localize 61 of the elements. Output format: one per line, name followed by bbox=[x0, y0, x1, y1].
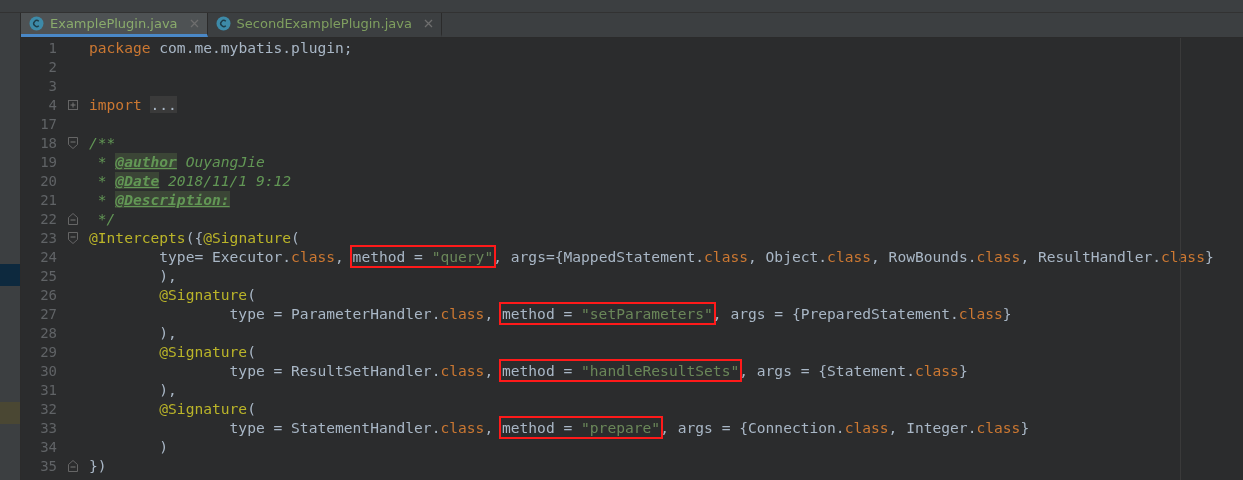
line-number: 27 bbox=[39, 305, 57, 322]
code-text: * @Date 2018/11/1 9:12 bbox=[96, 172, 292, 189]
line-number: 24 bbox=[39, 248, 57, 265]
line-number: 17 bbox=[39, 115, 57, 132]
code-text: /** bbox=[89, 134, 116, 151]
code-text: type= Executor.class, bbox=[158, 248, 345, 265]
fold-expand-icon[interactable] bbox=[68, 98, 78, 111]
line-number: 26 bbox=[39, 286, 57, 303]
line-number: 34 bbox=[39, 438, 57, 455]
code-text: , args = {Statement.class} bbox=[739, 362, 968, 379]
line-number: 2 bbox=[47, 58, 57, 75]
fold-collapse-icon[interactable] bbox=[68, 136, 78, 149]
code-text: import ... bbox=[89, 96, 177, 113]
code-text: @Signature( bbox=[158, 343, 256, 360]
highlight-box: method = "handleResultSets" bbox=[501, 362, 740, 379]
code-text: ), bbox=[158, 324, 177, 341]
line-number: 30 bbox=[39, 362, 57, 379]
line-number: 21 bbox=[39, 191, 57, 208]
close-icon[interactable] bbox=[423, 19, 433, 28]
line-number: 22 bbox=[39, 210, 57, 227]
code-text: ), bbox=[158, 267, 177, 284]
line-number: 33 bbox=[39, 419, 57, 436]
code-text: * @Description: bbox=[96, 191, 230, 208]
class-icon bbox=[215, 16, 231, 31]
highlight-box: method = "query" bbox=[352, 248, 494, 265]
code-text: ), bbox=[158, 381, 177, 398]
line-number: 1 bbox=[47, 39, 57, 56]
highlight-box: method = "prepare" bbox=[501, 419, 661, 436]
code-text: * @author OuyangJie bbox=[96, 153, 265, 170]
line-number: 19 bbox=[39, 153, 57, 170]
code-text: */ bbox=[96, 210, 116, 227]
code-text: @Intercepts({@Signature( bbox=[89, 229, 300, 246]
line-number: 3 bbox=[47, 77, 57, 94]
code-text: @Signature( bbox=[158, 286, 256, 303]
line-number: 23 bbox=[39, 229, 57, 246]
code-text: , args = {Connection.class, Integer.class} bbox=[660, 419, 1030, 436]
line-number: 4 bbox=[47, 96, 57, 113]
close-icon[interactable] bbox=[189, 19, 199, 28]
code-text: @Signature( bbox=[158, 400, 256, 417]
code-text: , args = {PreparedStatement.class} bbox=[712, 305, 1012, 322]
line-number: 32 bbox=[39, 400, 57, 417]
line-number: 20 bbox=[39, 172, 57, 189]
code-text: type = ResultSetHandler.class, bbox=[228, 362, 495, 379]
line-number: 35 bbox=[39, 457, 57, 474]
class-icon bbox=[29, 16, 44, 31]
line-number: 25 bbox=[39, 267, 57, 284]
code-text: type = StatementHandler.class, bbox=[228, 419, 495, 436]
highlight-box: method = "setParameters" bbox=[501, 305, 713, 322]
fold-collapse-icon[interactable] bbox=[68, 231, 78, 244]
line-number: 31 bbox=[39, 381, 57, 398]
code-text: type = ParameterHandler.class, bbox=[228, 305, 495, 322]
fold-end-icon[interactable] bbox=[68, 212, 78, 225]
line-number: 28 bbox=[39, 324, 57, 341]
code-text: ) bbox=[158, 438, 169, 455]
code-text: package com.me.mybatis.plugin; bbox=[89, 39, 353, 56]
code-text: }) bbox=[89, 457, 107, 474]
code-text: , args={MappedStatement.class, Object.class, RowBounds.class, ResultHandler.class} bbox=[493, 248, 1214, 265]
line-number: 18 bbox=[39, 134, 57, 151]
fold-end-icon[interactable] bbox=[68, 459, 78, 472]
line-number: 29 bbox=[39, 343, 57, 360]
file-tab[interactable]: ExamplePlugin.java bbox=[21, 13, 208, 37]
